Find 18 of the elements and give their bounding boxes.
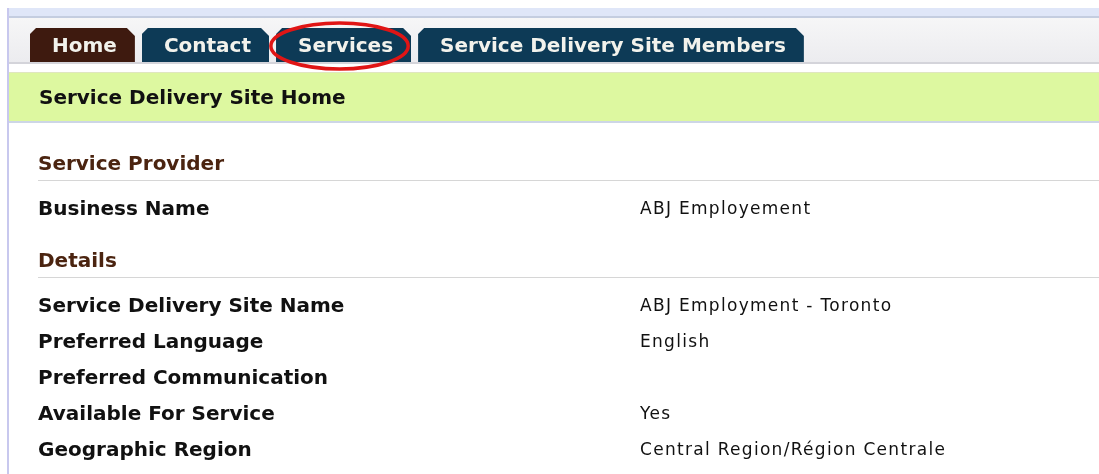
- field-value: Central Region/Région Centrale: [640, 439, 947, 459]
- tab[interactable]: Service Delivery Site Members: [418, 28, 804, 62]
- page-title: Service Delivery Site Home: [39, 85, 346, 109]
- field-label: Service Delivery Site Name: [38, 293, 346, 317]
- field-label: Preferred Communication: [38, 365, 330, 389]
- field-value: ABJ Employement: [640, 198, 812, 218]
- section-heading: Service Provider: [38, 141, 1099, 181]
- field-value: ABJ Employment - Toronto: [640, 295, 893, 315]
- field-value: English: [640, 331, 711, 351]
- tab[interactable]: Home: [30, 28, 135, 62]
- field-value: Yes: [640, 403, 672, 423]
- tab[interactable]: Contact: [141, 28, 270, 62]
- field-label: Preferred Language: [38, 329, 265, 353]
- field-label: Available For Service: [38, 401, 276, 425]
- section-heading: Details: [38, 226, 1099, 278]
- field-label: Business Name: [38, 196, 211, 220]
- field-label: Geographic Region: [38, 437, 253, 461]
- tab[interactable]: Services: [276, 28, 412, 62]
